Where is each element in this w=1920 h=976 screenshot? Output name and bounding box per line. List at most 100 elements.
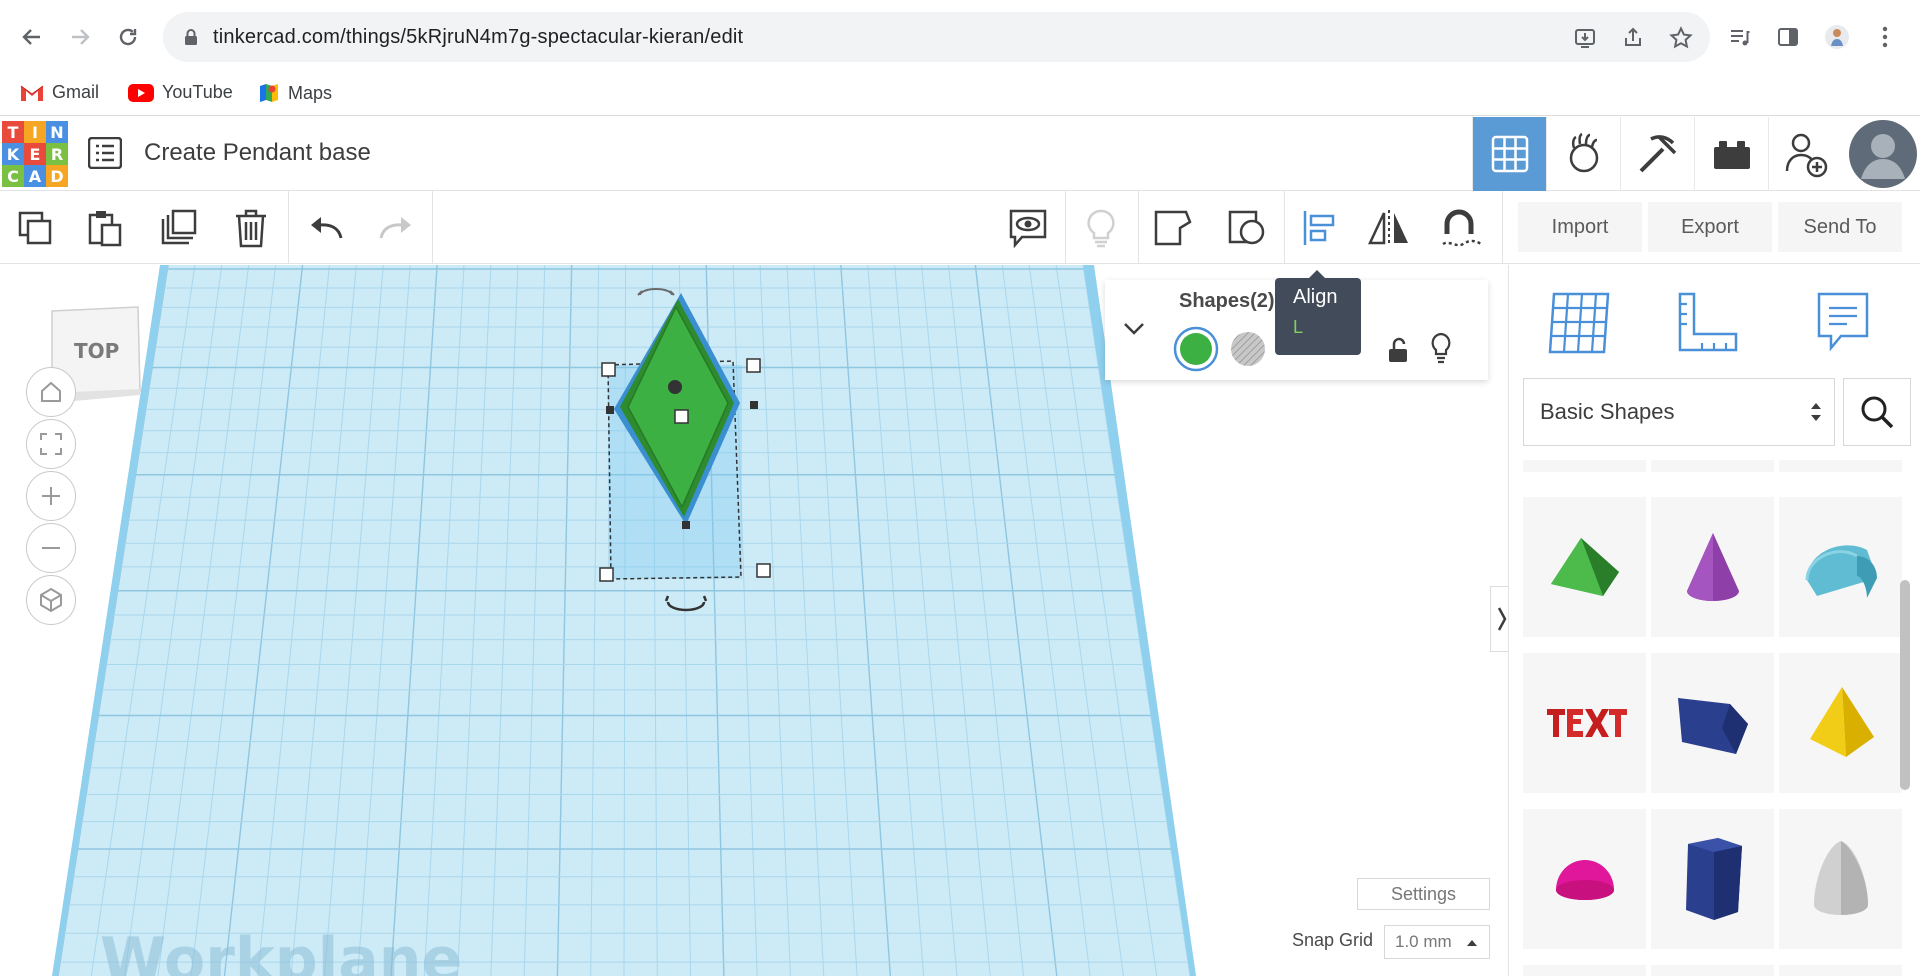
hole-button[interactable] <box>1229 330 1267 373</box>
shape-paraboloid[interactable] <box>1779 809 1902 949</box>
notes-button[interactable] <box>1005 205 1051 251</box>
bookmarks-bar: Gmail YouTube Maps <box>0 74 1920 116</box>
duplicate-icon <box>161 209 197 245</box>
group-button[interactable] <box>1150 205 1196 251</box>
shapes-scrollbar[interactable] <box>1900 580 1910 790</box>
solid-color-button[interactable] <box>1173 326 1219 377</box>
shape-wedge[interactable] <box>1651 653 1774 793</box>
shape-half-cylinder[interactable] <box>1779 497 1902 637</box>
shape-tile-partial <box>1779 460 1902 472</box>
design-title[interactable]: Create Pendant base <box>144 139 371 167</box>
redo-button[interactable] <box>374 205 420 251</box>
avatar-icon <box>1849 120 1917 188</box>
notes-tab[interactable] <box>1803 283 1883 363</box>
zoom-in-button[interactable] <box>26 471 76 521</box>
half-sphere-shape-icon <box>1555 860 1614 900</box>
toolbar-divider <box>1138 191 1139 264</box>
side-panel-icon[interactable] <box>1771 20 1805 54</box>
install-app-icon[interactable] <box>1571 24 1599 52</box>
collapse-inspector-button[interactable] <box>1123 322 1145 341</box>
share-icon[interactable] <box>1619 24 1647 52</box>
logo-letter: N <box>46 121 68 143</box>
ungroup-icon <box>1228 210 1265 245</box>
fit-view-button[interactable] <box>26 419 76 469</box>
roof-shape-icon <box>1550 538 1619 596</box>
snap-grid-select[interactable]: 1.0 mm <box>1384 925 1490 959</box>
back-button[interactable] <box>15 20 49 54</box>
shape-half-sphere[interactable] <box>1523 809 1646 949</box>
logo-letter: D <box>46 165 68 187</box>
toolbar-divider <box>1065 191 1066 264</box>
tooltip-title: Align <box>1293 286 1338 308</box>
lightbulb-icon <box>1431 332 1451 364</box>
home-view-button[interactable] <box>26 367 76 417</box>
toolbar-divider <box>432 191 433 264</box>
back-arrow-icon <box>22 29 40 45</box>
3d-design-view-button[interactable] <box>1472 117 1546 191</box>
align-button[interactable] <box>1296 205 1342 251</box>
grid-icon <box>1491 135 1528 173</box>
export-button[interactable]: Export <box>1648 202 1772 252</box>
zoom-out-button[interactable] <box>26 523 76 573</box>
invite-user-button[interactable] <box>1768 117 1842 191</box>
home-icon <box>41 381 61 402</box>
show-all-button[interactable] <box>1078 205 1124 251</box>
profile-avatar-icon <box>1825 25 1849 49</box>
shape-text[interactable] <box>1523 653 1646 793</box>
import-button[interactable]: Import <box>1518 202 1642 252</box>
mirror-button[interactable] <box>1366 205 1412 251</box>
speech-note-icon <box>1817 292 1869 352</box>
undo-icon <box>311 217 343 239</box>
shape-category-select[interactable]: Basic Shapes <box>1523 378 1835 446</box>
viewcube-label: TOP <box>74 339 120 363</box>
lock-shape-button[interactable] <box>1387 336 1409 369</box>
shape-search-button[interactable] <box>1843 378 1911 446</box>
shape-pyramid[interactable] <box>1779 653 1902 793</box>
shape-tile-partial <box>1651 460 1774 472</box>
send-to-button[interactable]: Send To <box>1778 202 1902 252</box>
logo-letter: I <box>24 121 46 143</box>
lightbulb-icon <box>1087 209 1115 248</box>
settings-button[interactable]: Settings <box>1357 878 1490 910</box>
address-bar[interactable]: tinkercad.com/things/5kRjruN4m7g-spectac… <box>163 12 1710 62</box>
shape-polygon[interactable] <box>1651 809 1774 949</box>
ungroup-button[interactable] <box>1224 205 1270 251</box>
align-left-icon <box>1303 211 1335 245</box>
trash-icon <box>236 209 266 248</box>
undo-button[interactable] <box>302 205 348 251</box>
shape-cone[interactable] <box>1651 497 1774 637</box>
sim-lab-button[interactable] <box>1546 117 1620 191</box>
forward-arrow-icon <box>72 29 90 45</box>
profile-avatar[interactable] <box>1820 20 1854 54</box>
copy-button[interactable] <box>12 205 58 251</box>
design-list-button[interactable] <box>87 136 123 174</box>
shape-tile-partial <box>1523 460 1646 472</box>
browser-menu-icon[interactable] <box>1868 20 1902 54</box>
logo-letter: C <box>2 165 24 187</box>
bricks-button[interactable] <box>1694 117 1768 191</box>
media-controls-icon[interactable] <box>1723 20 1757 54</box>
blocks-button[interactable] <box>1620 117 1694 191</box>
bookmark-maps[interactable]: Maps <box>258 82 332 104</box>
hide-shape-button[interactable] <box>1429 332 1453 369</box>
ruler-tab[interactable] <box>1667 283 1747 363</box>
bookmark-youtube[interactable]: YouTube <box>128 82 233 103</box>
toolbar-divider <box>1284 191 1285 264</box>
tinkercad-logo[interactable]: TINKERCAD <box>2 121 68 187</box>
cruise-button[interactable] <box>1438 205 1484 251</box>
youtube-icon <box>128 83 154 102</box>
wedge-shape-icon <box>1677 698 1748 754</box>
user-avatar[interactable] <box>1846 117 1920 191</box>
bookmark-gmail[interactable]: Gmail <box>20 82 99 103</box>
bookmark-star-icon[interactable] <box>1667 24 1695 52</box>
forward-button[interactable] <box>63 20 97 54</box>
ortho-view-button[interactable] <box>26 575 76 625</box>
reload-button[interactable] <box>111 20 145 54</box>
shape-roof[interactable] <box>1523 497 1646 637</box>
selected-shape-group[interactable] <box>584 285 784 645</box>
workplane-tab[interactable] <box>1539 283 1619 363</box>
align-tooltip: Align L <box>1275 270 1361 355</box>
paste-button[interactable] <box>82 205 128 251</box>
delete-button[interactable] <box>228 205 274 251</box>
duplicate-button[interactable] <box>156 205 202 251</box>
